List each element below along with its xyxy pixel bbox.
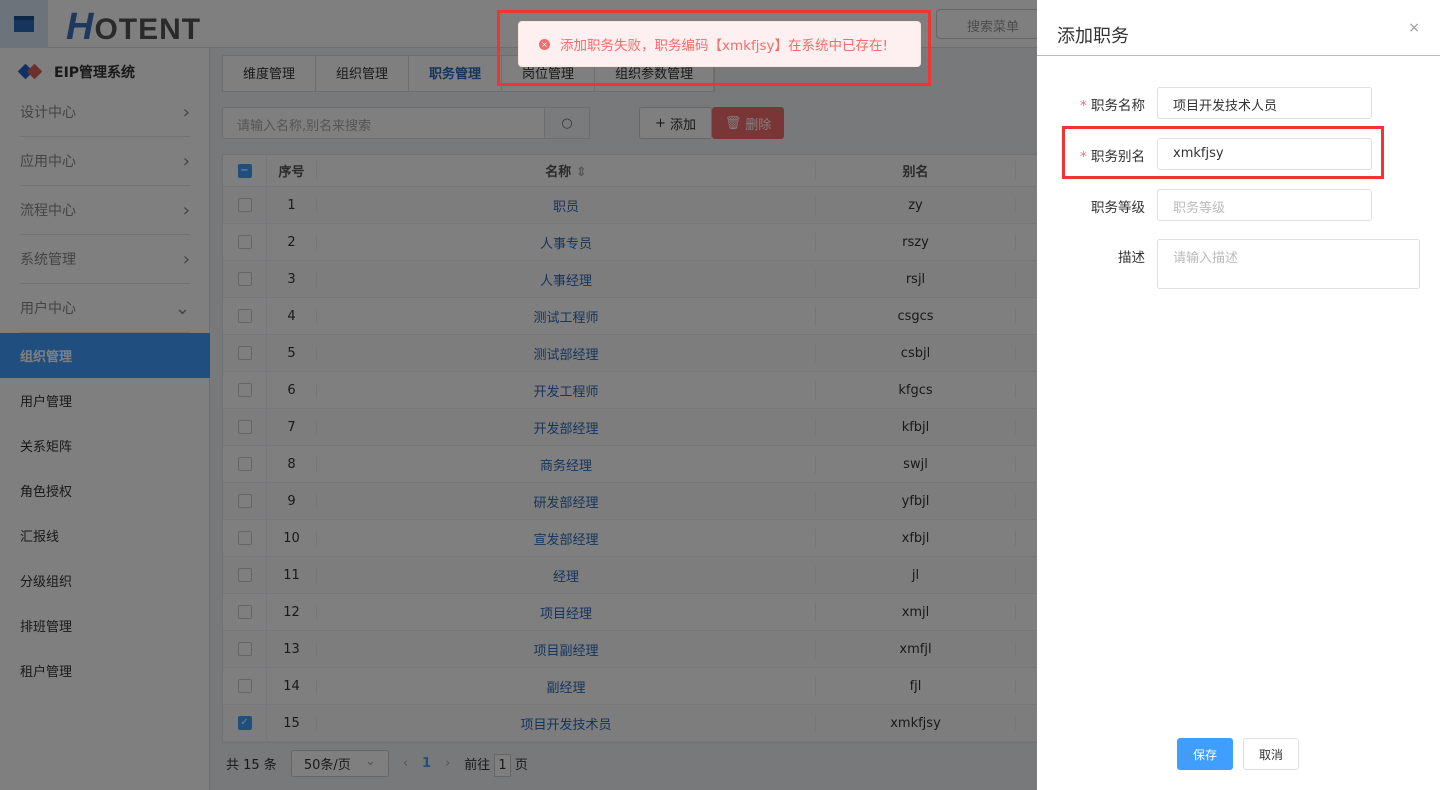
add-position-drawer: 添加职务 × * 职务名称 项目开发技术人员 * 职务别名 xmkfjsy 职务等级 职务… [1037,0,1440,790]
annotation-box [1062,126,1384,179]
save-button[interactable]: 保存 [1177,738,1233,770]
annotation-box [497,10,931,86]
description-textarea[interactable]: 请输入描述 [1157,239,1420,289]
divider [1037,55,1440,56]
field-label: 职务等级 [1091,200,1145,216]
cancel-button[interactable]: 取消 [1243,738,1299,770]
field-input[interactable]: 项目开发技术人员 [1157,87,1372,119]
field-label: 描述 [1118,250,1145,266]
field-input[interactable]: 职务等级 [1157,189,1372,221]
close-icon[interactable]: × [1408,20,1420,36]
required-mark: * [1079,98,1091,114]
field-label: * 职务名称 [1079,98,1145,114]
drawer-title: 添加职务 [1057,26,1129,47]
modal-overlay[interactable] [0,0,1037,790]
